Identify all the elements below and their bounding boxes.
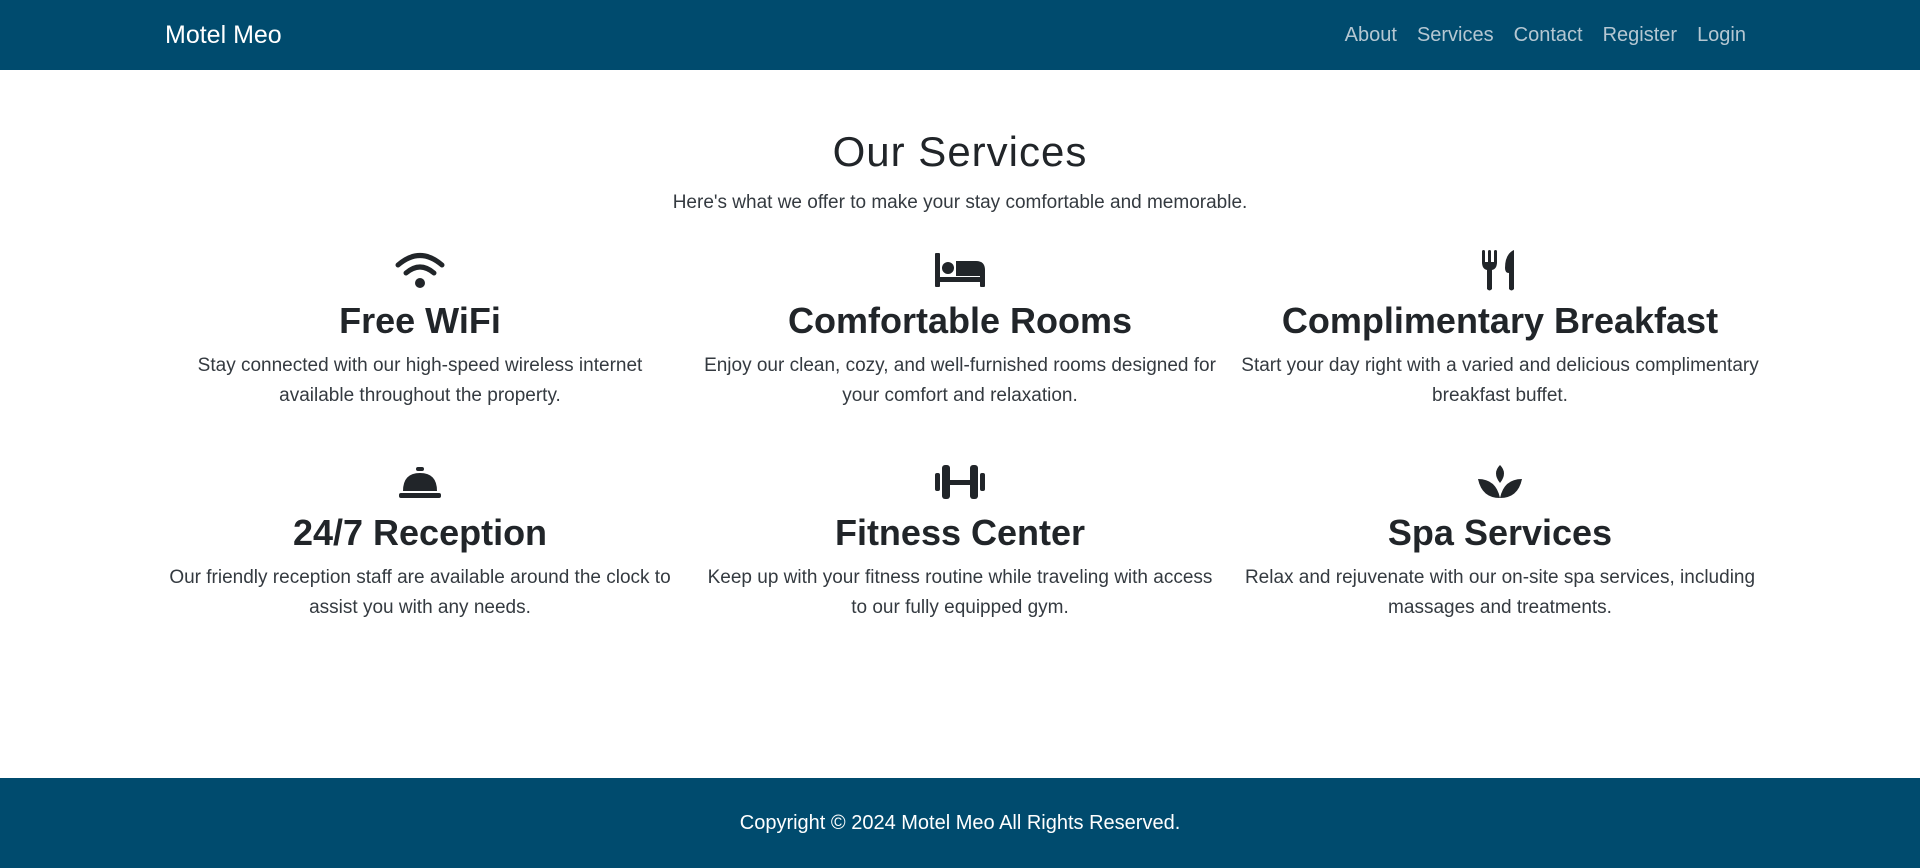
service-title: Spa Services — [1387, 512, 1613, 553]
concierge-bell-icon — [150, 457, 690, 507]
service-text: Keep up with your fitness routine while … — [707, 567, 1213, 618]
bed-icon — [690, 245, 1230, 295]
services-grid: Free WiFi Stay connected with our high-s… — [150, 245, 1770, 622]
spa-icon — [1230, 457, 1770, 507]
service-text: Relax and rejuvenate with our on-site sp… — [1244, 567, 1756, 618]
nav-links: About Services Contact Register Login — [1345, 0, 1746, 70]
main-content: Our Services Here's what we offer to mak… — [0, 70, 1920, 778]
copyright-text: Copyright © 2024 Motel Meo All Rights Re… — [739, 811, 1181, 834]
service-card-fitness: Fitness Center Keep up with your fitness… — [690, 457, 1230, 622]
wifi-icon — [150, 245, 690, 295]
service-text: Start your day right with a varied and d… — [1241, 355, 1759, 406]
service-card-rooms: Comfortable Rooms Enjoy our clean, cozy,… — [690, 245, 1230, 410]
service-text: Stay connected with our high-speed wirel… — [197, 355, 643, 406]
nav-link-about[interactable]: About — [1345, 24, 1397, 46]
nav-link-register[interactable]: Register — [1603, 24, 1677, 46]
brand-link[interactable]: Motel Meo — [165, 0, 282, 70]
navbar: Motel Meo About Services Contact Registe… — [0, 0, 1920, 70]
dumbbell-icon — [690, 457, 1230, 507]
page-subtitle: Here's what we offer to make your stay c… — [672, 192, 1248, 213]
nav-link-contact[interactable]: Contact — [1514, 24, 1583, 46]
service-title: Complimentary Breakfast — [1281, 300, 1719, 341]
service-title: Free WiFi — [339, 300, 501, 341]
utensils-icon — [1230, 245, 1770, 295]
footer: Copyright © 2024 Motel Meo All Rights Re… — [0, 778, 1920, 868]
nav-link-login[interactable]: Login — [1697, 24, 1746, 46]
service-title: 24/7 Reception — [292, 512, 548, 553]
service-card-breakfast: Complimentary Breakfast Start your day r… — [1230, 245, 1770, 410]
service-title: Comfortable Rooms — [787, 300, 1133, 341]
service-text: Our friendly reception staff are availab… — [169, 567, 671, 618]
service-card-spa: Spa Services Relax and rejuvenate with o… — [1230, 457, 1770, 622]
nav-link-services[interactable]: Services — [1417, 24, 1494, 46]
service-title: Fitness Center — [834, 512, 1086, 553]
service-card-wifi: Free WiFi Stay connected with our high-s… — [150, 245, 690, 410]
service-card-reception: 24/7 Reception Our friendly reception st… — [150, 457, 690, 622]
page-title: Our Services — [832, 128, 1088, 175]
service-text: Enjoy our clean, cozy, and well-furnishe… — [704, 355, 1216, 406]
